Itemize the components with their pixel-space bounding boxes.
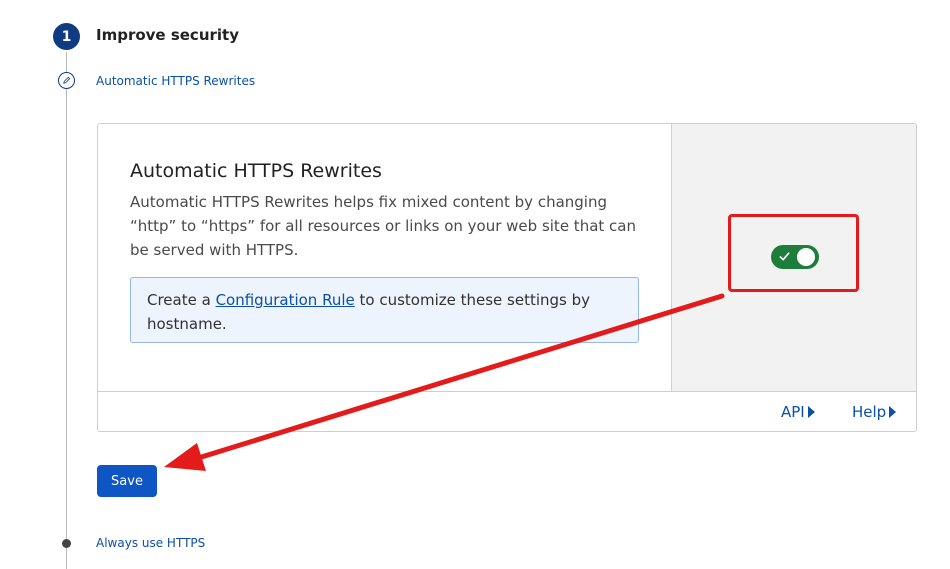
info-text-prefix: Create a (147, 291, 216, 309)
substep-label-current[interactable]: Automatic HTTPS Rewrites (96, 74, 255, 88)
substep-status (58, 72, 75, 89)
setting-title: Automatic HTTPS Rewrites (130, 160, 382, 182)
save-button[interactable]: Save (97, 465, 157, 497)
substep-label-next[interactable]: Always use HTTPS (96, 536, 205, 550)
caret-right-icon (889, 406, 897, 418)
help-link[interactable]: Help (852, 403, 897, 421)
setting-content: Automatic HTTPS Rewrites Automatic HTTPS… (98, 124, 672, 391)
step-number-badge: 1 (53, 23, 80, 50)
step-number: 1 (61, 28, 72, 45)
info-callout: Create a Configuration Rule to customize… (130, 277, 639, 343)
step-title: Improve security (96, 26, 239, 44)
configuration-rule-link[interactable]: Configuration Rule (216, 291, 355, 309)
setup-wizard: 1 Improve security Automatic HTTPS Rewri… (0, 0, 950, 569)
caret-right-icon (807, 406, 815, 418)
api-link[interactable]: API (781, 403, 815, 421)
timeline-line (66, 52, 67, 569)
setting-description: Automatic HTTPS Rewrites helps fix mixed… (130, 193, 636, 259)
pencil-icon (63, 76, 71, 84)
help-link-label: Help (852, 403, 887, 421)
annotation-highlight-box (728, 214, 859, 292)
api-link-label: API (781, 403, 805, 421)
substep-dot (62, 539, 71, 548)
